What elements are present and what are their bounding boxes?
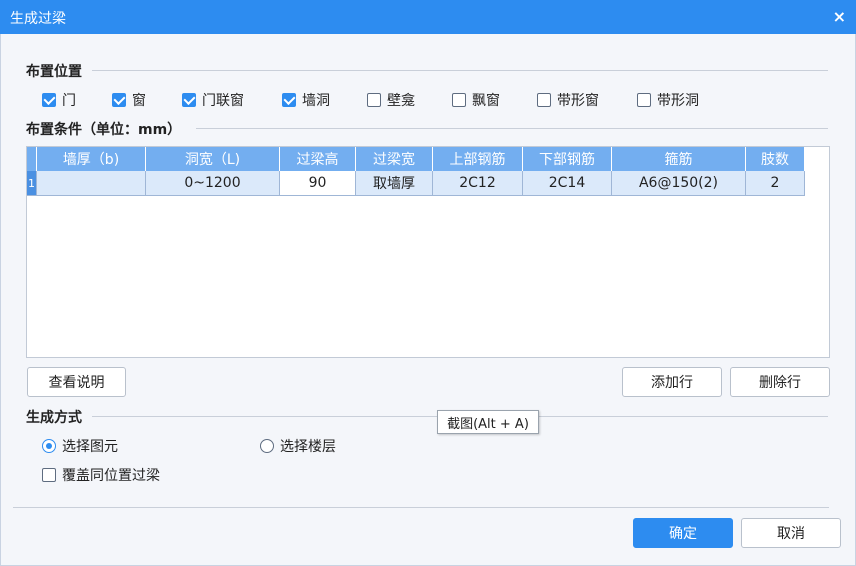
row-index[interactable]: 1	[27, 171, 37, 196]
checkbox-strip-window-box[interactable]	[537, 93, 551, 107]
table-row[interactable]: 1 0~1200 90 取墙厚 2C12 2C14 A6@150(2) 2	[27, 171, 805, 196]
checkbox-strip-window-label: 带形窗	[557, 93, 599, 109]
column-header[interactable]: 肢数	[745, 147, 805, 171]
checkbox-door[interactable]: 门	[42, 90, 76, 110]
conditions-grid: 墙厚（b) 洞宽（L) 过梁高 过梁宽 上部钢筋 下部钢筋 箍筋 肢数 1 0~…	[27, 147, 805, 196]
table-cell[interactable]: 2	[745, 171, 805, 196]
table-cell[interactable]: 2C14	[522, 171, 612, 196]
footer-divider	[13, 507, 829, 508]
checkbox-window-box[interactable]	[112, 93, 126, 107]
view-help-button[interactable]: 查看说明	[27, 367, 126, 397]
checkbox-wall-opening-box[interactable]	[282, 93, 296, 107]
table-cell[interactable]: A6@150(2)	[611, 171, 746, 196]
column-header[interactable]: 洞宽（L)	[145, 147, 280, 171]
radio-select-element[interactable]: 选择图元	[42, 436, 118, 456]
table-cell[interactable]: 取墙厚	[355, 171, 433, 196]
checkbox-bay-window[interactable]: 飘窗	[452, 90, 500, 110]
checkbox-overwrite-lintel-label: 覆盖同位置过梁	[62, 468, 160, 484]
placement-section-title: 布置位置	[26, 64, 82, 80]
delete-row-button[interactable]: 删除行	[730, 367, 830, 397]
checkbox-niche[interactable]: 壁龛	[367, 90, 415, 110]
checkbox-wall-opening[interactable]: 墙洞	[282, 90, 330, 110]
table-cell[interactable]: 0~1200	[145, 171, 280, 196]
table-cell[interactable]: 90	[279, 171, 356, 196]
checkbox-wall-opening-label: 墙洞	[302, 93, 330, 109]
checkbox-overwrite-lintel-box[interactable]	[42, 468, 56, 482]
checkbox-bay-window-box[interactable]	[452, 93, 466, 107]
checkbox-window[interactable]: 窗	[112, 90, 146, 110]
checkbox-door-window-label: 门联窗	[202, 93, 244, 109]
column-header[interactable]: 下部钢筋	[522, 147, 612, 171]
column-header[interactable]: 过梁宽	[355, 147, 433, 171]
checkbox-door-label: 门	[62, 93, 76, 109]
radio-select-floor-label: 选择楼层	[280, 439, 336, 455]
add-row-button[interactable]: 添加行	[622, 367, 722, 397]
column-header[interactable]: 墙厚（b)	[36, 147, 146, 171]
title-bar: 生成过梁 ×	[0, 0, 856, 34]
conditions-section-title: 布置条件（单位：mm）	[26, 122, 182, 138]
cancel-button[interactable]: 取消	[741, 518, 841, 548]
conditions-divider	[196, 128, 828, 129]
radio-select-element-label: 选择图元	[62, 439, 118, 455]
table-cell[interactable]: 2C12	[432, 171, 523, 196]
screenshot-tooltip: 截图(Alt + A)	[437, 410, 539, 434]
checkbox-window-label: 窗	[132, 93, 146, 109]
checkbox-door-window-box[interactable]	[182, 93, 196, 107]
conditions-table[interactable]: 墙厚（b) 洞宽（L) 过梁高 过梁宽 上部钢筋 下部钢筋 箍筋 肢数 1 0~…	[26, 146, 830, 358]
checkbox-strip-window[interactable]: 带形窗	[537, 90, 599, 110]
column-header[interactable]: 上部钢筋	[432, 147, 523, 171]
close-icon[interactable]: ×	[833, 7, 846, 26]
checkbox-door-box[interactable]	[42, 93, 56, 107]
column-header[interactable]: 过梁高	[279, 147, 356, 171]
radio-select-floor[interactable]: 选择楼层	[260, 436, 336, 456]
row-header-corner	[27, 147, 37, 171]
window-title: 生成过梁	[10, 11, 66, 27]
table-cell[interactable]	[36, 171, 146, 196]
ok-button[interactable]: 确定	[633, 518, 733, 548]
checkbox-niche-box[interactable]	[367, 93, 381, 107]
checkbox-strip-opening-box[interactable]	[637, 93, 651, 107]
checkbox-bay-window-label: 飘窗	[472, 93, 500, 109]
checkbox-door-window[interactable]: 门联窗	[182, 90, 244, 110]
radio-select-element-dot[interactable]	[42, 439, 56, 453]
checkbox-niche-label: 壁龛	[387, 93, 415, 109]
placement-divider	[92, 70, 828, 71]
radio-select-floor-dot[interactable]	[260, 439, 274, 453]
column-header[interactable]: 箍筋	[611, 147, 746, 171]
checkbox-strip-opening[interactable]: 带形洞	[637, 90, 699, 110]
generate-section-title: 生成方式	[26, 410, 82, 426]
checkbox-strip-opening-label: 带形洞	[657, 93, 699, 109]
table-header-row: 墙厚（b) 洞宽（L) 过梁高 过梁宽 上部钢筋 下部钢筋 箍筋 肢数	[27, 147, 805, 171]
checkbox-overwrite-lintel[interactable]: 覆盖同位置过梁	[42, 465, 160, 485]
